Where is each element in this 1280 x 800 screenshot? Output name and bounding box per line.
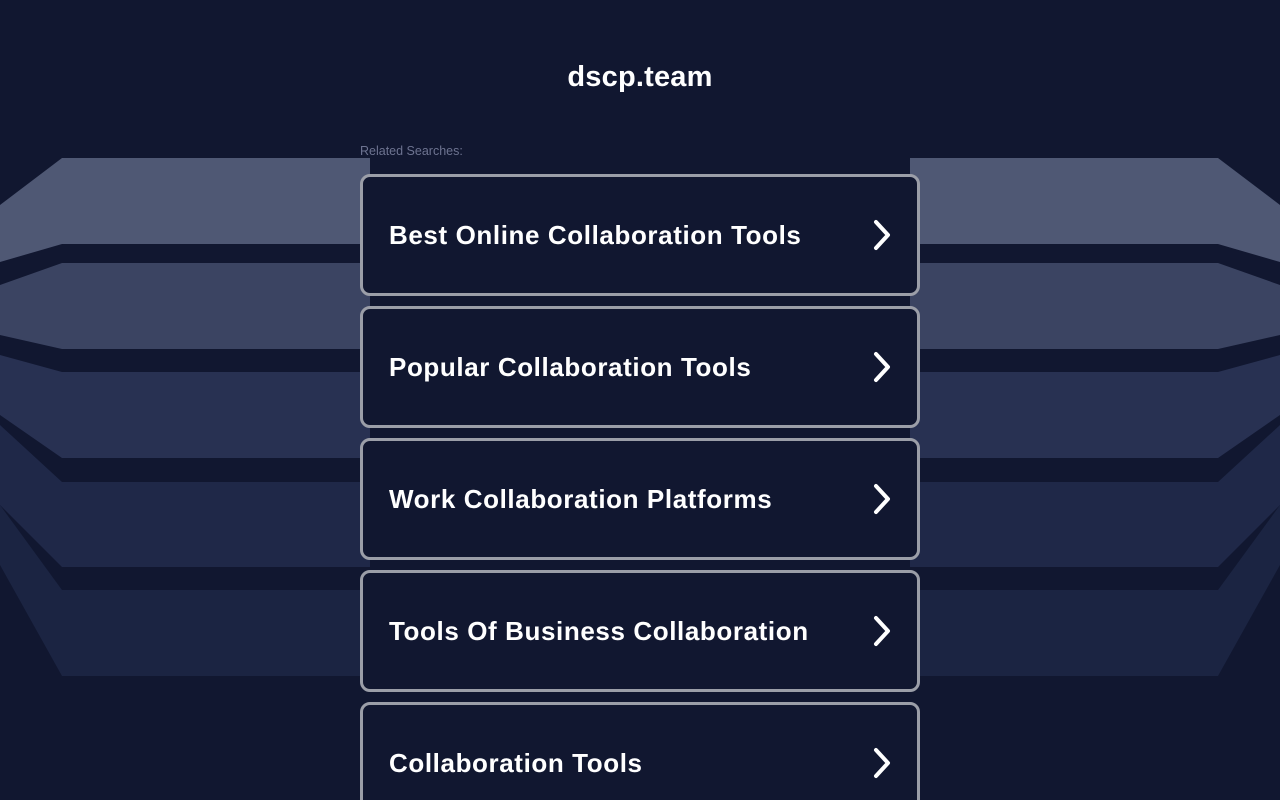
related-searches-list: Best Online Collaboration Tools Popular …	[360, 174, 920, 800]
related-search-label: Work Collaboration Platforms	[389, 483, 773, 514]
site-title: dscp.team	[567, 61, 713, 93]
related-search-label: Best Online Collaboration Tools	[389, 219, 802, 250]
chevron-right-icon	[869, 481, 895, 517]
related-search-link[interactable]: Popular Collaboration Tools	[360, 306, 920, 428]
chevron-right-icon	[869, 613, 895, 649]
related-search-label: Tools Of Business Collaboration	[389, 615, 809, 646]
chevron-right-icon	[869, 217, 895, 253]
chevron-right-icon	[869, 745, 895, 781]
related-search-link[interactable]: Best Online Collaboration Tools	[360, 174, 920, 296]
related-search-link[interactable]: Tools Of Business Collaboration	[360, 570, 920, 692]
parked-domain-page: dscp.team Related Searches: Best Online …	[0, 0, 1280, 800]
chevron-right-icon	[869, 349, 895, 385]
related-search-link[interactable]: Work Collaboration Platforms	[360, 438, 920, 560]
related-search-link[interactable]: Collaboration Tools	[360, 702, 920, 800]
related-search-label: Popular Collaboration Tools	[389, 351, 752, 382]
related-searches-label: Related Searches:	[360, 144, 463, 158]
related-search-label: Collaboration Tools	[389, 747, 643, 778]
